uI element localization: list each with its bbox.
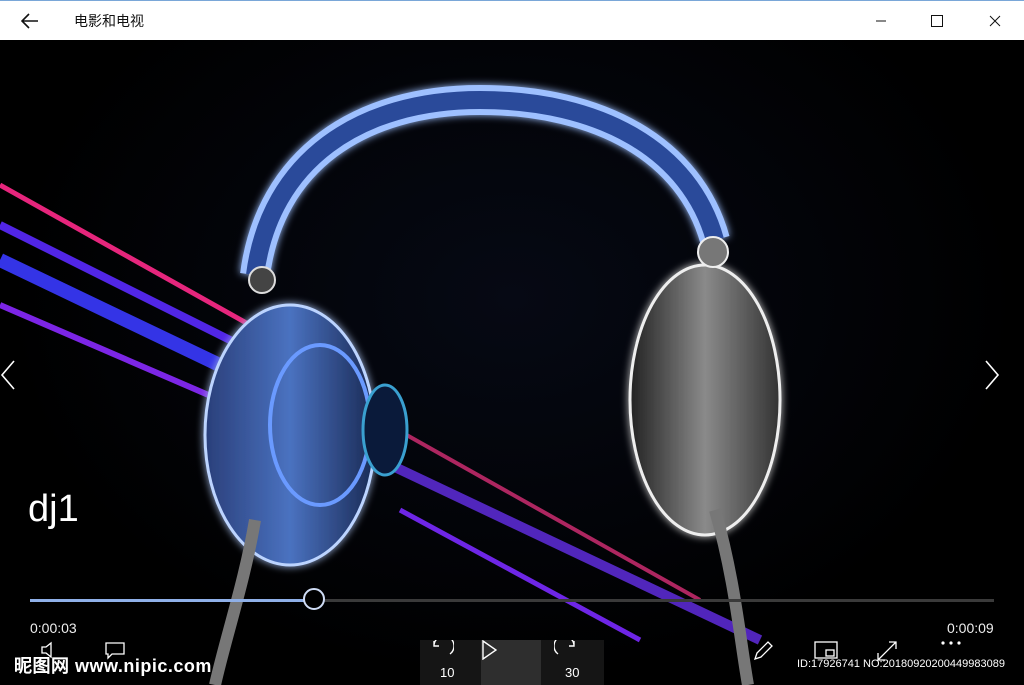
- minimize-button[interactable]: [858, 1, 904, 40]
- play-button[interactable]: [481, 640, 541, 685]
- edit-icon: [753, 641, 773, 661]
- app-title: 电影和电视: [74, 14, 144, 30]
- seek-progress: [30, 599, 315, 602]
- maximize-icon: [931, 14, 943, 27]
- back-arrow-icon: [21, 12, 38, 29]
- seek-bar[interactable]: [30, 588, 994, 610]
- more-icon: [941, 641, 961, 645]
- mini-view-icon: [814, 641, 838, 659]
- minimize-icon: [876, 20, 886, 21]
- chevron-right-icon: [985, 360, 1000, 390]
- close-button[interactable]: [972, 1, 1018, 40]
- title-bar: 电影和电视: [0, 0, 1024, 40]
- chevron-left-icon: [0, 360, 15, 390]
- forward-30-label: 30: [565, 665, 580, 680]
- previous-video-button[interactable]: [0, 360, 40, 404]
- rewind-10-icon: [433, 640, 454, 655]
- watermark-id: ID:17926741 NO:20180920200449983089: [797, 658, 1005, 670]
- total-time: 0:00:09: [947, 620, 994, 636]
- close-icon: [989, 15, 1001, 26]
- video-frame-headphones: [0, 84, 782, 685]
- video-area[interactable]: dj1 0:00:03 0:00:09 10 30: [0, 40, 1024, 685]
- rewind-10-label: 10: [440, 665, 455, 680]
- play-icon: [482, 640, 497, 660]
- edit-button[interactable]: [752, 640, 792, 685]
- next-video-button[interactable]: [984, 360, 1024, 404]
- back-button[interactable]: [10, 1, 50, 40]
- maximize-button[interactable]: [914, 1, 960, 40]
- watermark-site: 昵图网 www.nipic.com: [14, 656, 212, 676]
- forward-30-icon: [554, 640, 575, 655]
- elapsed-time: 0:00:03: [30, 620, 77, 636]
- video-title: dj1: [28, 488, 79, 530]
